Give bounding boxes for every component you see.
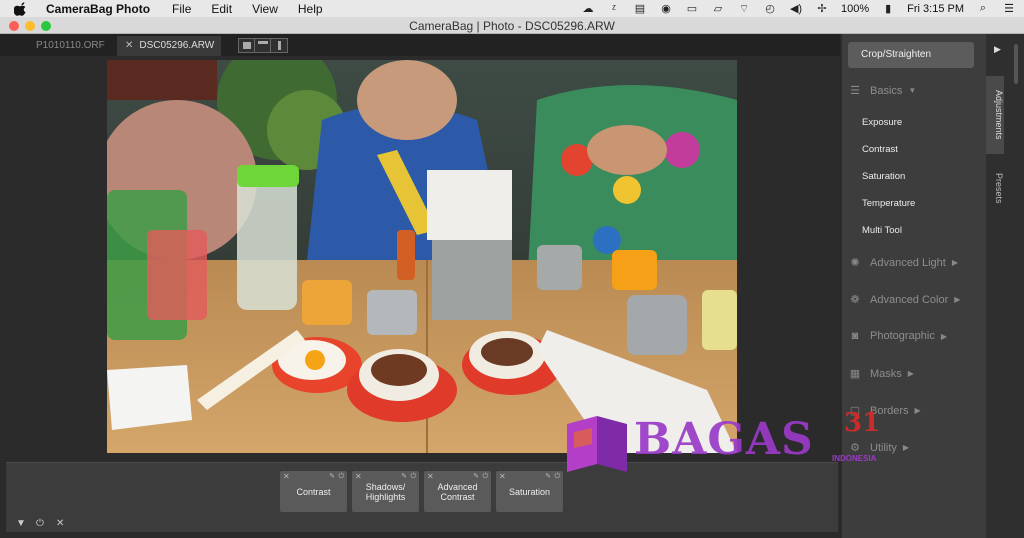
color-wheel-icon: ❁ bbox=[850, 294, 860, 306]
remove-adjustment-icon[interactable]: ✕ bbox=[355, 472, 362, 482]
clear-all-icon[interactable]: ✕ bbox=[56, 518, 64, 529]
tool-multi-tool[interactable]: Multi Tool bbox=[862, 225, 902, 236]
section-label: Photographic bbox=[870, 330, 935, 342]
wifi-icon[interactable]: ⌔ bbox=[737, 3, 751, 15]
airplay-icon[interactable]: ▱ bbox=[711, 3, 725, 15]
adjustment-card-advanced-contrast[interactable]: ✕ ✎ ⏻ Advanced Contrast bbox=[424, 471, 491, 512]
single-view-button[interactable] bbox=[239, 39, 255, 52]
photo-canvas[interactable] bbox=[0, 56, 840, 460]
section-label: Advanced Light bbox=[870, 256, 946, 269]
power-icon[interactable]: ⏻ bbox=[482, 472, 488, 482]
section-label: Basics bbox=[870, 84, 903, 97]
section-label: Advanced Color bbox=[870, 293, 949, 306]
power-all-icon[interactable]: ⏻ bbox=[36, 518, 44, 529]
pin-icon[interactable]: ✎ bbox=[473, 472, 479, 482]
camera-icon: ◙ bbox=[851, 330, 859, 342]
tab-presets[interactable]: Presets bbox=[986, 164, 1004, 212]
battery-percent[interactable]: 100% bbox=[841, 3, 869, 15]
remove-adjustment-icon[interactable]: ✕ bbox=[427, 472, 434, 482]
chevron-right-icon: ▶ bbox=[951, 258, 958, 267]
volume-icon[interactable]: ◀) bbox=[789, 3, 803, 15]
adjustment-card-contrast[interactable]: ✕ ✎ ⏻ Contrast bbox=[280, 471, 347, 512]
pin-icon[interactable]: ✎ bbox=[401, 472, 407, 482]
tool-saturation[interactable]: Saturation bbox=[862, 171, 905, 182]
crop-straighten-button[interactable]: Crop/Straighten bbox=[848, 42, 974, 68]
tool-contrast[interactable]: Contrast bbox=[862, 144, 898, 155]
power-icon[interactable]: ⏻ bbox=[410, 472, 416, 482]
adjustment-label: Shadows/ Highlights bbox=[365, 481, 406, 502]
pin-icon[interactable]: ✎ bbox=[545, 472, 551, 482]
menu-file[interactable]: File bbox=[172, 2, 191, 16]
collapse-panel-icon[interactable]: ▼ bbox=[16, 518, 26, 529]
battery-icon[interactable]: ▮ bbox=[881, 3, 895, 15]
menu-help[interactable]: Help bbox=[298, 2, 323, 16]
sidebar-scrollbar[interactable] bbox=[1014, 44, 1018, 84]
sleep-icon[interactable]: ᶻ bbox=[607, 3, 621, 15]
remove-adjustment-icon[interactable]: ✕ bbox=[283, 472, 290, 482]
window-title: CameraBag | Photo - DSC05296.ARW bbox=[409, 19, 615, 33]
watermark-logo: BAGAS 31 INDONESIA bbox=[562, 408, 932, 483]
menu-edit[interactable]: Edit bbox=[211, 2, 232, 16]
mac-menu-bar: CameraBag Photo File Edit View Help ☁ ᶻ … bbox=[0, 0, 1024, 17]
section-advanced-light[interactable]: ✺ Advanced Light ▶ bbox=[848, 256, 958, 270]
tab-label: DSC05296.ARW bbox=[139, 40, 215, 51]
tab-dsc05296[interactable]: ✕ DSC05296.ARW bbox=[117, 36, 221, 56]
display-icon[interactable]: ▭ bbox=[685, 3, 699, 15]
chevron-right-icon: ▶ bbox=[954, 295, 961, 304]
tab-p1010110[interactable]: P1010110.ORF bbox=[28, 36, 113, 56]
sidebar-tab-rail: ▶ Adjustments Presets bbox=[986, 34, 1024, 538]
collapse-sidebar-icon[interactable]: ▶ bbox=[994, 44, 1001, 55]
adjustment-label: Advanced Contrast bbox=[437, 481, 478, 502]
apple-icon[interactable] bbox=[14, 1, 28, 16]
section-photographic[interactable]: ◙ Photographic ▶ bbox=[848, 330, 947, 342]
section-advanced-color[interactable]: ❁ Advanced Color ▶ bbox=[848, 293, 961, 307]
adjustment-card-shadows-highlights[interactable]: ✕ ✎ ⏻ Shadows/ Highlights bbox=[352, 471, 419, 512]
remove-adjustment-icon[interactable]: ✕ bbox=[499, 472, 506, 482]
view-layout-switcher bbox=[238, 38, 288, 53]
adjustment-label: Contrast bbox=[296, 486, 331, 497]
tab-label: P1010110.ORF bbox=[36, 40, 105, 51]
tool-temperature[interactable]: Temperature bbox=[862, 198, 915, 209]
chevron-down-icon: ▼ bbox=[908, 86, 917, 95]
power-icon[interactable]: ⏻ bbox=[554, 472, 560, 482]
bluetooth-icon[interactable]: ✢ bbox=[815, 3, 829, 15]
menu-view[interactable]: View bbox=[252, 2, 278, 16]
pin-icon[interactable]: ✎ bbox=[329, 472, 335, 482]
calendar-icon[interactable]: ▤ bbox=[633, 3, 647, 15]
close-tab-icon[interactable]: ✕ bbox=[125, 40, 133, 51]
chevron-right-icon: ▶ bbox=[907, 369, 914, 378]
app-menu[interactable]: CameraBag Photo bbox=[46, 2, 150, 16]
section-label: Masks bbox=[870, 367, 902, 380]
time-machine-icon[interactable]: ◴ bbox=[763, 3, 777, 15]
photo-preview[interactable] bbox=[107, 60, 737, 453]
sun-icon: ✺ bbox=[850, 257, 860, 269]
chevron-right-icon: ▶ bbox=[940, 331, 947, 341]
evernote-icon[interactable]: ◉ bbox=[659, 3, 673, 15]
watermark-country: INDONESIA bbox=[832, 454, 877, 463]
adjustment-label: Saturation bbox=[508, 486, 551, 497]
spotlight-icon[interactable]: ⌕ bbox=[976, 2, 990, 15]
watermark-flag-icon bbox=[567, 416, 627, 472]
watermark-brand: BAGAS bbox=[634, 414, 814, 465]
tab-bar: P1010110.ORF ✕ DSC05296.ARW bbox=[0, 34, 840, 56]
watermark-number: 31 bbox=[844, 408, 881, 438]
power-icon[interactable]: ⏻ bbox=[338, 472, 344, 482]
tab-adjustments[interactable]: Adjustments bbox=[986, 76, 1004, 154]
window-title-bar: CameraBag | Photo - DSC05296.ARW bbox=[0, 17, 1024, 34]
section-masks[interactable]: ▦ Masks ▶ bbox=[848, 367, 914, 381]
sliders-icon: ☰ bbox=[850, 85, 860, 97]
adjustment-card-saturation[interactable]: ✕ ✎ ⏻ Saturation bbox=[496, 471, 563, 512]
clock[interactable]: Fri 3:15 PM bbox=[907, 3, 964, 15]
tool-exposure[interactable]: Exposure bbox=[862, 117, 902, 128]
notification-center-icon[interactable]: ☰ bbox=[1002, 3, 1016, 15]
photo-image bbox=[107, 60, 737, 453]
creative-cloud-icon[interactable]: ☁ bbox=[581, 3, 595, 15]
mask-icon: ▦ bbox=[849, 368, 861, 380]
section-basics[interactable]: ☰ Basics ▼ bbox=[848, 84, 917, 98]
split-vertical-button[interactable] bbox=[271, 39, 287, 52]
split-horizontal-button[interactable] bbox=[255, 39, 271, 52]
